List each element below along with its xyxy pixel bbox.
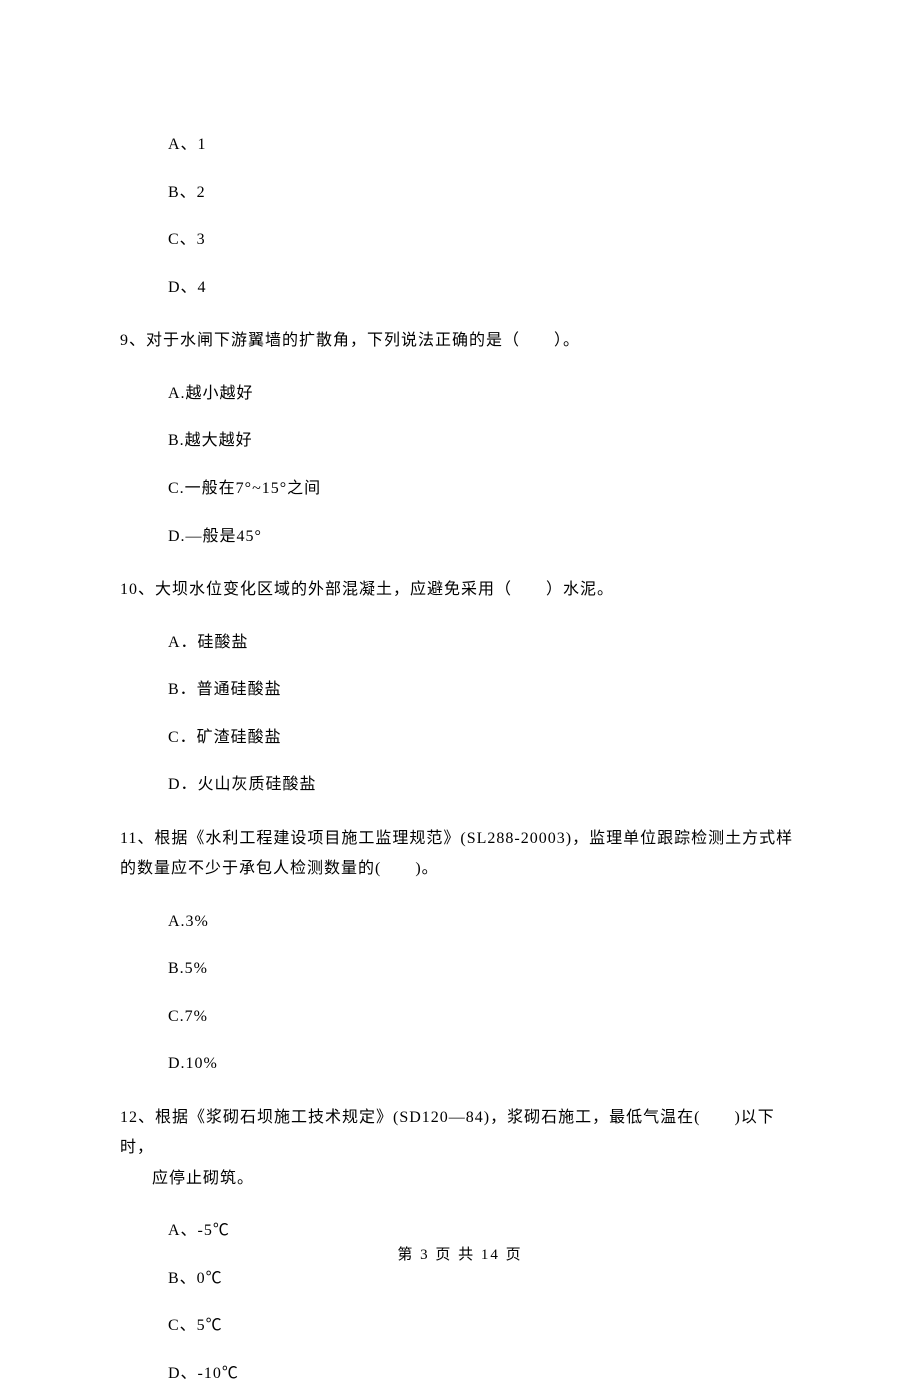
q9-option-d: D.—般是45° [168, 524, 800, 550]
q11-stem: 11、根据《水利工程建设项目施工监理规范》(SL288-20003)，监理单位跟… [120, 824, 800, 885]
q8-option-a: A、1 [168, 132, 800, 158]
q12-option-a: A、-5℃ [168, 1218, 800, 1244]
q12-stem: 12、根据《浆砌石坝施工技术规定》(SD120—84)，浆砌石施工，最低气温在(… [120, 1103, 800, 1194]
q10-option-b: B．普通硅酸盐 [168, 677, 800, 703]
q10-option-a: A．硅酸盐 [168, 630, 800, 656]
q8-option-b: B、2 [168, 180, 800, 206]
q10-option-d: D．火山灰质硅酸盐 [168, 772, 800, 798]
q11-option-c: C.7% [168, 1004, 800, 1030]
q12-option-d: D、-10℃ [168, 1361, 800, 1387]
q10-stem: 10、大坝水位变化区域的外部混凝土，应避免采用（ ）水泥。 [120, 575, 800, 605]
q9-option-c: C.一般在7°~15°之间 [168, 476, 800, 502]
q10-option-c: C．矿渣硅酸盐 [168, 725, 800, 751]
exam-page: A、1 B、2 C、3 D、4 9、对于水闸下游翼墙的扩散角，下列说法正确的是（… [0, 0, 920, 1387]
q12-option-b: B、0℃ [168, 1266, 800, 1292]
q9-stem: 9、对于水闸下游翼墙的扩散角，下列说法正确的是（ ）。 [120, 326, 800, 356]
q11-option-a: A.3% [168, 909, 800, 935]
q12-option-c: C、5℃ [168, 1313, 800, 1339]
q11-option-b: B.5% [168, 956, 800, 982]
q9-option-a: A.越小越好 [168, 381, 800, 407]
q11-option-d: D.10% [168, 1051, 800, 1077]
page-footer: 第 3 页 共 14 页 [0, 1243, 920, 1264]
q9-option-b: B.越大越好 [168, 428, 800, 454]
q12-stem-line1: 12、根据《浆砌石坝施工技术规定》(SD120—84)，浆砌石施工，最低气温在(… [120, 1109, 775, 1156]
q12-stem-line2: 应停止砌筑。 [152, 1164, 800, 1194]
q8-option-c: C、3 [168, 227, 800, 253]
q8-option-d: D、4 [168, 275, 800, 301]
